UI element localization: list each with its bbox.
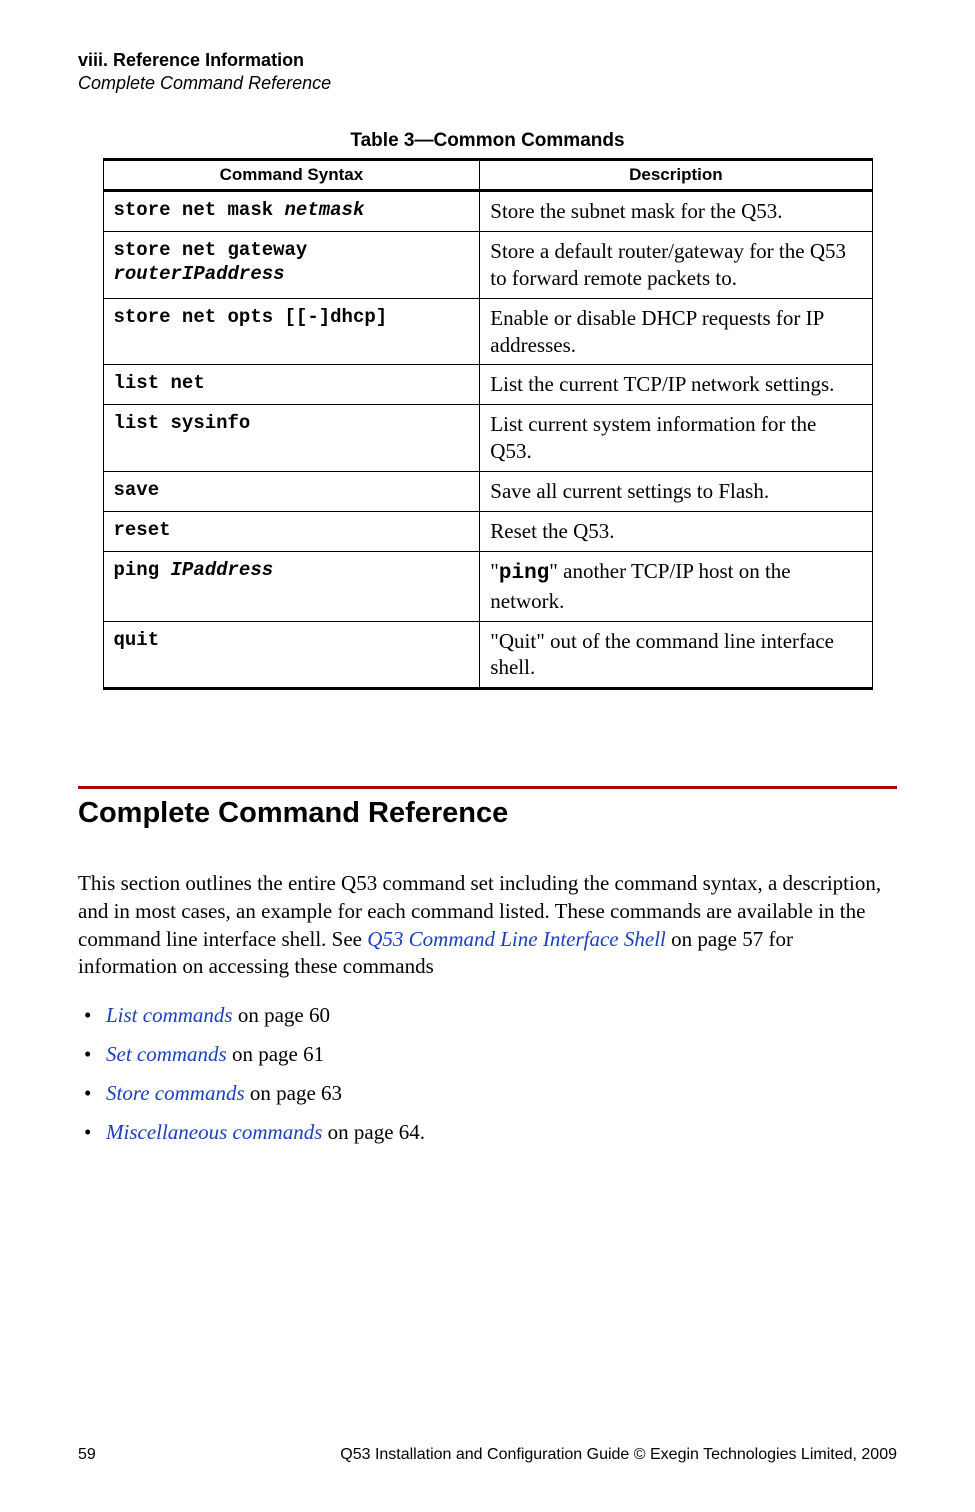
- list-item: Miscellaneous commands on page 64.: [78, 1120, 897, 1145]
- list-item: Store commands on page 63: [78, 1081, 897, 1106]
- list-item: List commands on page 60: [78, 1003, 897, 1028]
- cell-desc: List current system information for the …: [480, 405, 872, 472]
- commands-table: Command Syntax Description store net mas…: [103, 158, 873, 690]
- cell-syntax: list net: [103, 365, 480, 405]
- footer-info: Q53 Installation and Configuration Guide…: [340, 1446, 897, 1464]
- table-row: store net gateway routerIPaddress Store …: [103, 231, 872, 298]
- link-cli-shell[interactable]: Q53 Command Line Interface Shell: [367, 927, 666, 951]
- cell-desc: Save all current settings to Flash.: [480, 472, 872, 512]
- cell-desc: "Quit" out of the command line interface…: [480, 621, 872, 689]
- table-row: save Save all current settings to Flash.: [103, 472, 872, 512]
- cell-desc: Enable or disable DHCP requests for IP a…: [480, 298, 872, 365]
- cell-syntax: reset: [103, 511, 480, 551]
- header-section: Complete Command Reference: [78, 73, 897, 94]
- link-set-commands[interactable]: Set commands: [106, 1042, 227, 1066]
- table-header-row: Command Syntax Description: [103, 160, 872, 191]
- links-list: List commands on page 60 Set commands on…: [78, 1003, 897, 1145]
- section-title: Complete Command Reference: [78, 797, 897, 830]
- list-item: Set commands on page 61: [78, 1042, 897, 1067]
- table-row: quit "Quit" out of the command line inte…: [103, 621, 872, 689]
- cell-desc: Reset the Q53.: [480, 511, 872, 551]
- cell-syntax: store net gateway routerIPaddress: [103, 231, 480, 298]
- cell-syntax: ping IPaddress: [103, 551, 480, 621]
- cell-desc: Store a default router/gateway for the Q…: [480, 231, 872, 298]
- intro-paragraph: This section outlines the entire Q53 com…: [78, 870, 897, 981]
- link-list-commands[interactable]: List commands: [106, 1003, 233, 1027]
- cell-syntax: list sysinfo: [103, 405, 480, 472]
- cell-syntax: quit: [103, 621, 480, 689]
- cell-desc: "ping" another TCP/IP host on the networ…: [480, 551, 872, 621]
- cell-syntax: store net mask netmask: [103, 191, 480, 232]
- table-title: Table 3—Common Commands: [78, 130, 897, 152]
- section-divider: [78, 786, 897, 789]
- table-row: reset Reset the Q53.: [103, 511, 872, 551]
- table-row: store net mask netmask Store the subnet …: [103, 191, 872, 232]
- footer: 59 Q53 Installation and Configuration Gu…: [78, 1446, 897, 1464]
- table-row: ping IPaddress "ping" another TCP/IP hos…: [103, 551, 872, 621]
- cell-syntax: save: [103, 472, 480, 512]
- col-header-syntax: Command Syntax: [103, 160, 480, 191]
- link-misc-commands[interactable]: Miscellaneous commands: [106, 1120, 322, 1144]
- table-row: store net opts [[-]dhcp] Enable or disab…: [103, 298, 872, 365]
- table-row: list net List the current TCP/IP network…: [103, 365, 872, 405]
- link-store-commands[interactable]: Store commands: [106, 1081, 245, 1105]
- table-row: list sysinfo List current system informa…: [103, 405, 872, 472]
- cell-desc: List the current TCP/IP network settings…: [480, 365, 872, 405]
- cell-syntax: store net opts [[-]dhcp]: [103, 298, 480, 365]
- page-number: 59: [78, 1446, 96, 1464]
- col-header-description: Description: [480, 160, 872, 191]
- header-chapter: viii. Reference Information: [78, 50, 897, 71]
- cell-desc: Store the subnet mask for the Q53.: [480, 191, 872, 232]
